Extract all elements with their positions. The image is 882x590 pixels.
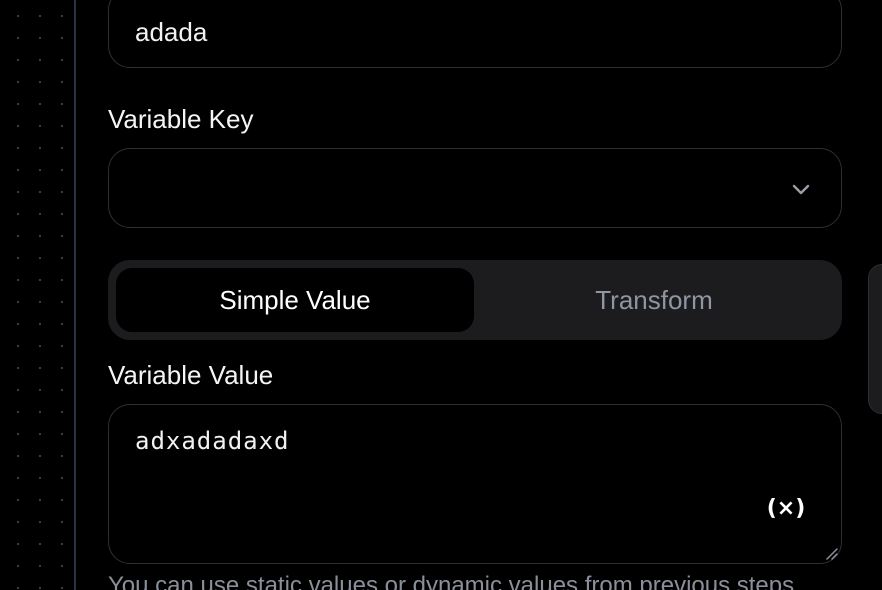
variable-value-text: adxadadaxd xyxy=(135,427,290,455)
variable-key-label: Variable Key xyxy=(108,104,254,134)
variable-value-textarea[interactable]: adxadadaxd xyxy=(108,404,842,564)
resize-grip-icon[interactable] xyxy=(824,546,838,560)
app-root: adada Variable Key Simple Value Transfor… xyxy=(0,0,882,590)
variable-value-label: Variable Value xyxy=(108,360,274,390)
panel-divider[interactable] xyxy=(74,0,76,590)
name-input-value: adada xyxy=(135,17,208,47)
tab-transform[interactable]: Transform xyxy=(474,268,834,332)
insert-variable-icon[interactable]: (×) xyxy=(767,492,806,524)
value-mode-toggle: Simple Value Transform xyxy=(108,260,842,340)
workflow-canvas[interactable] xyxy=(0,0,74,590)
side-panel-handle[interactable] xyxy=(868,264,882,414)
name-input[interactable]: adada xyxy=(108,0,842,68)
tab-simple-value[interactable]: Simple Value xyxy=(116,268,474,332)
help-text: You can use static values or dynamic val… xyxy=(108,572,795,590)
chevron-down-icon xyxy=(789,177,813,201)
variable-key-select[interactable] xyxy=(108,148,842,228)
